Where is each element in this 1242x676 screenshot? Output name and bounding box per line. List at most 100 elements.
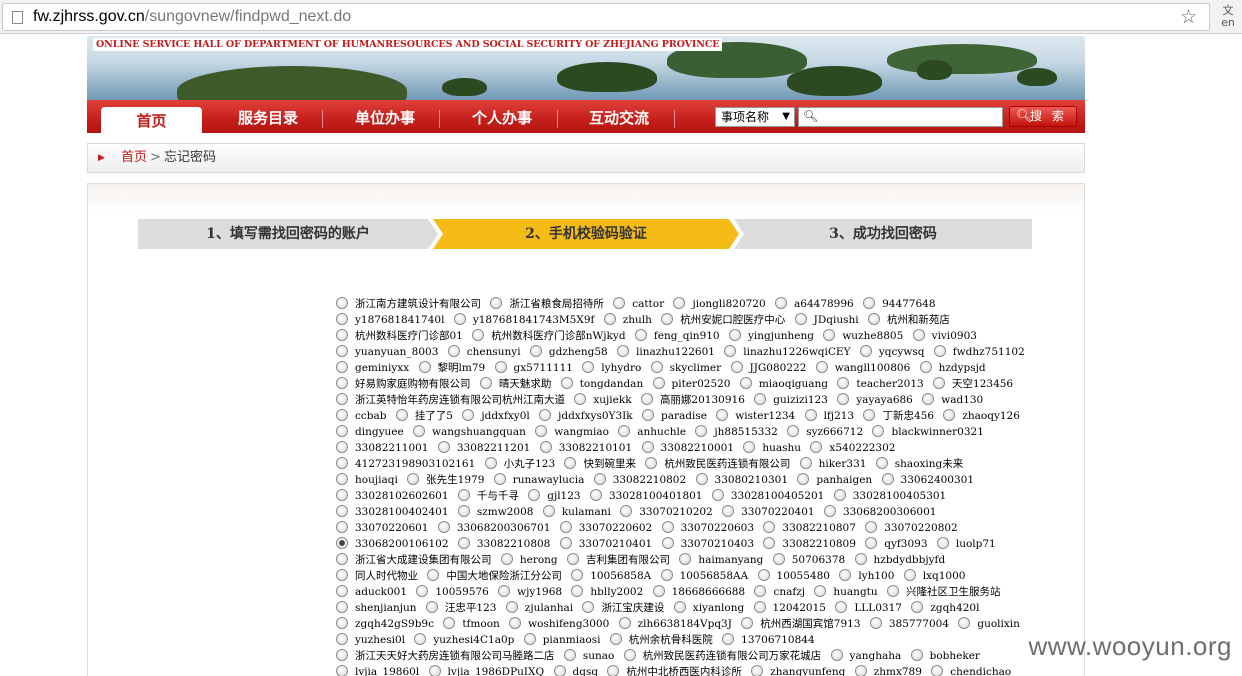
account-option[interactable]: dqsq (548, 665, 598, 676)
account-radio[interactable] (730, 361, 743, 373)
account-option[interactable]: haimanyang (673, 553, 763, 566)
account-option[interactable]: JDqiushi (789, 313, 859, 326)
account-radio[interactable] (854, 553, 867, 565)
account-radio[interactable] (437, 441, 450, 453)
account-option[interactable]: hblly2002 (565, 585, 643, 598)
account-radio[interactable] (414, 633, 427, 645)
account-option[interactable]: jh88515332 (689, 425, 778, 438)
account-option[interactable]: yuzhesi0l (330, 633, 405, 646)
account-radio[interactable] (724, 345, 737, 357)
account-radio[interactable] (652, 585, 665, 597)
account-radio[interactable] (564, 457, 577, 469)
account-option[interactable]: 快到碗里来 (558, 457, 636, 470)
account-radio[interactable] (695, 425, 708, 437)
account-radio[interactable] (336, 345, 348, 357)
account-radio[interactable] (865, 537, 878, 549)
account-radio[interactable] (336, 297, 348, 309)
account-option[interactable]: 33028102602601 (330, 489, 449, 502)
account-option[interactable]: 丁新忠456 (857, 409, 934, 422)
account-radio[interactable] (823, 329, 836, 341)
account-radio[interactable] (336, 393, 348, 405)
account-option[interactable]: chensunyi (442, 345, 521, 358)
translate-icon[interactable]: 文 en (1216, 5, 1240, 29)
account-radio[interactable] (711, 489, 724, 501)
account-radio[interactable] (427, 569, 440, 581)
account-radio[interactable] (620, 505, 633, 517)
account-radio[interactable] (815, 361, 828, 373)
account-radio[interactable] (830, 649, 843, 661)
account-option[interactable]: 杭州致民医药连锁有限公司 (639, 457, 790, 470)
account-radio[interactable] (673, 297, 686, 309)
account-radio[interactable] (490, 297, 503, 309)
account-option[interactable]: 33082210001 (636, 441, 734, 454)
nav-unit-affairs[interactable]: 单位办事 (331, 108, 439, 128)
account-option[interactable]: 33070210403 (656, 537, 754, 550)
account-radio[interactable] (810, 441, 823, 453)
account-radio[interactable] (912, 329, 925, 341)
account-option[interactable]: yingjunheng (723, 329, 814, 342)
account-radio[interactable] (875, 457, 888, 469)
account-option[interactable]: guolixin (952, 617, 1020, 630)
account-option[interactable]: lvjia_1986DPuIXQ (423, 665, 544, 676)
account-option[interactable]: 杭州安妮口腔医疗中心 (655, 313, 785, 326)
account-option[interactable]: zlh6638184Vpq3J (613, 617, 732, 630)
account-option[interactable]: teacher2013 (831, 377, 924, 390)
account-radio[interactable] (772, 553, 785, 565)
account-option[interactable]: zhmx789 (849, 665, 922, 676)
account-option[interactable]: 浙江省粮食局招待所 (484, 297, 604, 310)
account-radio[interactable] (407, 473, 420, 485)
account-radio[interactable] (661, 521, 674, 533)
account-option[interactable]: dingyuee (330, 425, 404, 438)
account-option[interactable]: 18668666688 (647, 585, 745, 598)
account-option[interactable]: zgqh42gS9b9c (330, 617, 434, 630)
account-radio[interactable] (582, 601, 595, 613)
account-radio[interactable] (933, 345, 946, 357)
account-option[interactable]: y187681841740l (330, 313, 444, 326)
account-radio[interactable] (835, 601, 848, 613)
account-option[interactable]: 12042015 (748, 601, 826, 614)
account-option[interactable]: 33028100401801 (584, 489, 702, 502)
nav-home[interactable]: 首页 (101, 107, 202, 133)
account-radio[interactable] (931, 665, 944, 676)
account-radio[interactable] (559, 521, 572, 533)
account-option[interactable]: wjy1968 (492, 585, 562, 598)
account-option[interactable]: 13706710844 (716, 633, 815, 646)
account-radio[interactable] (457, 505, 470, 517)
account-radio[interactable] (505, 601, 518, 613)
account-option[interactable]: 杭州西湖国宾馆7913 (735, 617, 861, 630)
account-radio[interactable] (609, 633, 622, 645)
account-option[interactable]: lvjia_19860l (330, 665, 419, 676)
account-option[interactable]: 33082210807 (757, 521, 856, 534)
account-radio[interactable] (958, 617, 971, 629)
account-option[interactable]: 33062400301 (876, 473, 974, 486)
account-option[interactable]: 天空123456 (927, 377, 1013, 390)
account-option[interactable]: wangll100806 (810, 361, 910, 374)
account-option[interactable]: ccbab (330, 409, 386, 422)
search-input[interactable]: 🔍︎ (798, 107, 1003, 127)
account-radio[interactable] (559, 537, 572, 549)
account-option[interactable]: 33082210808 (452, 537, 550, 550)
account-option[interactable]: tongdandan (555, 377, 643, 390)
account-option[interactable]: x540222302 (804, 441, 895, 454)
account-option[interactable]: yayaya686 (831, 393, 913, 406)
account-option[interactable]: yuanyuan_8003 (330, 345, 438, 358)
account-option[interactable]: 晴天魅求助 (474, 377, 551, 390)
account-option[interactable]: piter02520 (647, 377, 730, 390)
account-radio[interactable] (642, 409, 654, 421)
account-option[interactable]: bobheker (905, 649, 980, 662)
account-option[interactable]: 杭州中北桥西医内科诊所 (601, 665, 742, 676)
account-radio[interactable] (943, 409, 956, 421)
account-radio[interactable] (872, 425, 885, 437)
account-option[interactable]: 33028100402401 (330, 505, 449, 518)
account-radio[interactable] (336, 665, 348, 676)
account-radio[interactable] (757, 569, 770, 581)
account-option[interactable]: y187681841743M5X9f (448, 313, 594, 326)
account-option[interactable]: 33070210401 (554, 537, 652, 550)
account-radio[interactable] (560, 377, 573, 389)
account-option[interactable]: 412723198903102161 (330, 457, 475, 470)
account-option[interactable]: 浙江宝庆建设 (576, 601, 664, 614)
account-radio[interactable] (837, 377, 850, 389)
account-radio[interactable] (751, 665, 764, 676)
account-option[interactable]: 33082210809 (757, 537, 856, 550)
account-option[interactable]: jiongli820720 (667, 297, 766, 310)
